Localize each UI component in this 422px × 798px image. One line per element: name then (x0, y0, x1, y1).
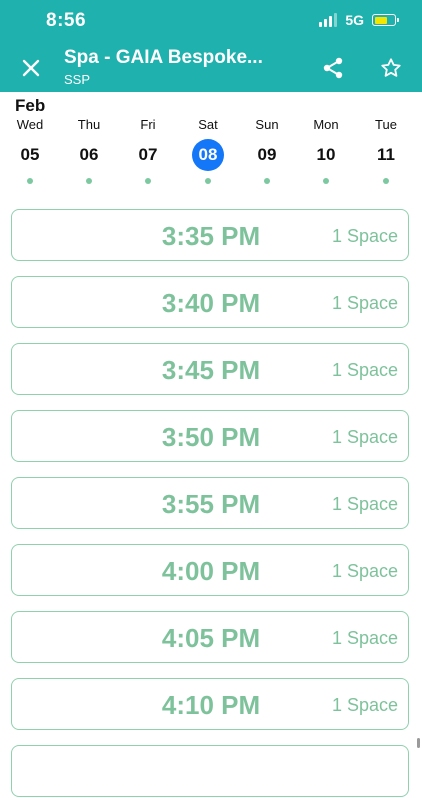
day-mon[interactable]: Mon 10 (296, 116, 356, 184)
availability-dot (264, 178, 270, 184)
day-number: 06 (79, 145, 99, 164)
day-of-week: Sat (198, 117, 218, 132)
slot-availability: 1 Space (331, 695, 398, 715)
slot-availability: 1 Space (331, 628, 398, 648)
day-wed[interactable]: Wed 05 (0, 116, 60, 184)
availability-dot (145, 178, 151, 184)
page-title: Spa - GAIA Bespoke... (64, 47, 263, 68)
time-slot[interactable]: 3:35 PM 1 Space (11, 209, 409, 261)
app-header: 8:56 5G Spa - GAIA Bespoke... SSP (0, 0, 422, 92)
time-slot[interactable]: 3:50 PM 1 Space (11, 410, 409, 462)
close-icon (22, 59, 40, 77)
day-number: 10 (316, 145, 336, 164)
close-button[interactable] (19, 56, 43, 80)
page-subtitle: SSP (64, 72, 91, 87)
day-sat-selected[interactable]: Sat 08 (178, 116, 238, 184)
slot-availability: 1 Space (331, 226, 398, 246)
favorite-button[interactable] (378, 55, 404, 81)
day-number: 11 (377, 145, 395, 164)
availability-dot (383, 178, 389, 184)
day-of-week: Tue (375, 117, 397, 132)
date-strip: Wed 05 Thu 06 Fri 07 Sat 08 Sun 09 Mon 1… (0, 116, 422, 186)
status-time: 8:56 (46, 10, 87, 31)
scrollbar[interactable] (417, 738, 420, 748)
share-button[interactable] (320, 55, 346, 81)
availability-dot (27, 178, 33, 184)
time-slot[interactable]: 4:05 PM 1 Space (11, 611, 409, 663)
star-icon (381, 58, 401, 77)
month-label: Feb (15, 96, 46, 115)
time-slot[interactable]: 3:45 PM 1 Space (11, 343, 409, 395)
day-of-week: Thu (77, 117, 101, 132)
slot-time (12, 746, 410, 798)
slot-availability: 1 Space (331, 561, 398, 581)
battery-icon (372, 14, 399, 26)
time-slot[interactable]: 4:00 PM 1 Space (11, 544, 409, 596)
share-icon (323, 57, 343, 79)
day-number: 07 (138, 145, 158, 164)
day-tue[interactable]: Tue 11 (356, 116, 416, 184)
day-of-week: Mon (313, 117, 339, 132)
day-number: 08 (192, 139, 224, 171)
time-slot[interactable]: 4:10 PM 1 Space (11, 678, 409, 730)
day-number: 05 (20, 145, 40, 164)
day-fri[interactable]: Fri 07 (118, 116, 178, 184)
slot-availability: 1 Space (331, 494, 398, 514)
network-type: 5G (345, 12, 364, 28)
time-slot-partial[interactable] (11, 745, 409, 797)
status-indicators: 5G (319, 12, 399, 28)
availability-dot (86, 178, 92, 184)
time-slot[interactable]: 3:55 PM 1 Space (11, 477, 409, 529)
availability-dot (323, 178, 329, 184)
signal-icon (319, 13, 338, 27)
time-slot[interactable]: 3:40 PM 1 Space (11, 276, 409, 328)
day-of-week: Wed (16, 117, 44, 132)
day-of-week: Sun (255, 117, 279, 132)
day-thu[interactable]: Thu 06 (59, 116, 119, 184)
day-of-week: Fri (140, 117, 156, 132)
slot-availability: 1 Space (331, 293, 398, 313)
availability-dot (205, 178, 211, 184)
slot-availability: 1 Space (331, 427, 398, 447)
slot-availability: 1 Space (331, 360, 398, 380)
day-number: 09 (257, 145, 277, 164)
day-sun[interactable]: Sun 09 (237, 116, 297, 184)
